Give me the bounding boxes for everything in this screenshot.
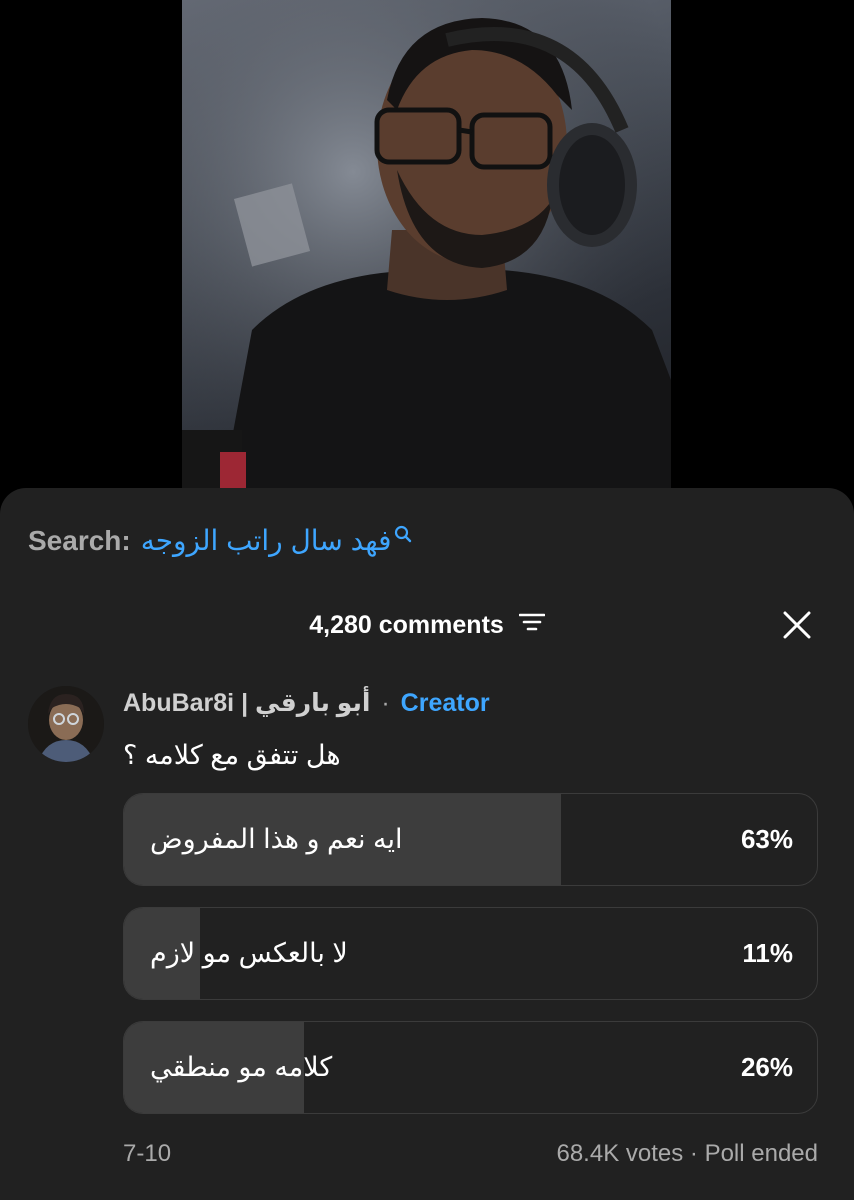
poll-option-2[interactable]: لا بالعكس مو لازم 11% [123,907,818,1000]
poll-question: هل تتفق مع كلامه ؟ [123,740,341,770]
video-thumbnail-image [182,0,671,492]
comments-sheet: Search: فهد سال راتب الزوجه 4,280 commen… [0,488,854,1200]
poll-option-label: لا بالعكس مو لازم [150,938,348,968]
author-separator: · [381,689,390,717]
poll-option-3[interactable]: كلامه مو منطقي 26% [123,1021,818,1114]
close-button[interactable] [782,610,812,640]
author-avatar[interactable] [28,686,104,762]
search-prefix-label: Search: [28,524,131,556]
poll-option-1[interactable]: ايه نعم و هذا المفروض 63% [123,793,818,886]
poll-option-label: ايه نعم و هذا المفروض [150,824,403,854]
post-date: 7-10 [123,1140,172,1167]
poll-votes-status: 68.4K votes · Poll ended [556,1140,818,1167]
search-suggestion[interactable]: Search: فهد سال راتب الزوجه [28,524,412,557]
comments-header: 4,280 comments [0,610,854,640]
search-query-link[interactable]: فهد سال راتب الزوجه [141,524,392,557]
poll-option-label: كلامه مو منطقي [150,1052,333,1082]
creator-badge: Creator [400,689,490,717]
comments-count: 4,280 comments [309,610,504,639]
poll-option-percent: 63% [740,824,793,854]
author-name[interactable]: AbuBar8i | أبو بارقي [123,689,370,717]
video-frame[interactable] [182,0,671,492]
poll-option-percent: 26% [740,1052,793,1082]
poll-option-percent: 11% [742,938,793,968]
author-line: AbuBar8i | أبو بارقي · Creator [123,688,490,718]
search-icon [394,518,412,550]
close-icon [783,611,811,639]
sort-icon[interactable] [518,611,546,640]
